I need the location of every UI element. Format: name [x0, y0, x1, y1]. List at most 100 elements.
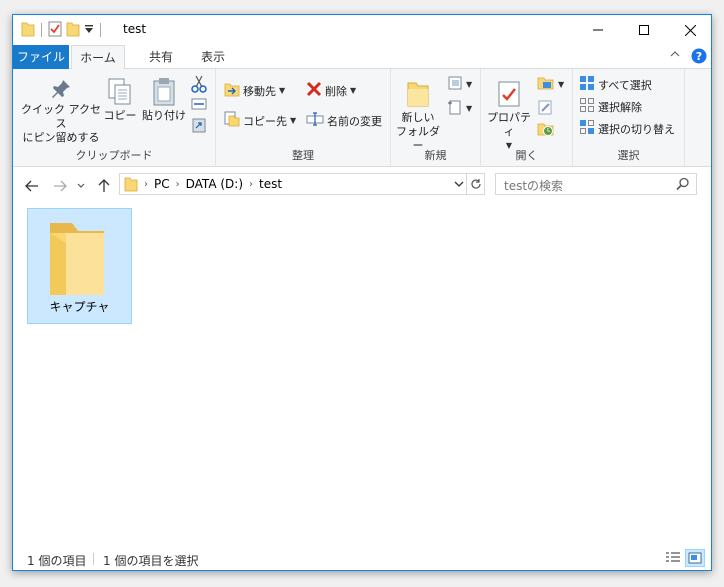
rename-button[interactable]: 名前の変更 [306, 111, 382, 130]
refresh-button[interactable] [467, 173, 485, 195]
folder-icon [21, 21, 35, 40]
recent-locations-button[interactable] [75, 177, 87, 195]
edit-button[interactable] [537, 99, 553, 118]
title-bar: test [13, 15, 711, 45]
new-folder-label-line1: 新しい [401, 111, 435, 124]
search-box[interactable]: testの検索 [495, 173, 697, 195]
cut-button[interactable] [191, 75, 207, 96]
dropdown-arrow-icon: ▼ [466, 104, 473, 113]
status-bar: 1 個の項目 1 個の項目を選択 [13, 545, 711, 570]
group-label-open: 開く [515, 149, 538, 162]
copy-label: コピー [103, 109, 137, 122]
new-folder-button[interactable]: 新しい フォルダー [393, 79, 443, 153]
easy-access-icon [447, 99, 463, 118]
new-item-button[interactable]: ▼ [447, 75, 472, 94]
search-input[interactable]: testの検索 [504, 177, 563, 194]
edit-icon [537, 99, 553, 118]
copy-path-icon [191, 97, 207, 114]
dropdown-arrow-icon: ▼ [279, 86, 286, 95]
divider [100, 23, 101, 37]
move-to-button[interactable]: 移動先 ▼ [224, 81, 285, 100]
tab-file[interactable]: ファイル [13, 45, 69, 69]
folder-icon [124, 176, 138, 195]
help-icon[interactable]: ? [691, 48, 707, 67]
properties-icon[interactable] [48, 21, 62, 40]
breadcrumb-drive[interactable]: DATA (D:) [186, 177, 243, 191]
explorer-window: test ファイル ホーム 共有 表示 ? クイック アクセス にピン留めする … [12, 14, 712, 571]
copy-to-label: コピー先 [243, 114, 287, 128]
up-button[interactable] [95, 177, 113, 195]
address-bar[interactable]: › PC › DATA (D:) › test [119, 173, 467, 195]
navigation-bar: › PC › DATA (D:) › test testの検索 [13, 167, 711, 205]
group-label-select: 選択 [617, 149, 640, 162]
delete-button[interactable]: 削除 ▼ [306, 81, 356, 100]
chevron-right-icon[interactable]: › [144, 179, 148, 190]
forward-button[interactable] [51, 177, 69, 195]
details-view-button[interactable] [663, 549, 683, 567]
search-icon[interactable] [676, 177, 690, 194]
select-all-icon [579, 75, 595, 94]
copy-to-icon [224, 111, 240, 130]
move-to-label: 移動先 [243, 84, 276, 98]
select-none-button[interactable]: 選択解除 [579, 97, 642, 116]
group-label-clipboard: クリップボード [75, 149, 153, 162]
window-title: test [123, 22, 147, 36]
rename-icon [306, 111, 324, 130]
ribbon: クイック アクセス にピン留めする コピー 貼り付け クリップボード 移動先 ▼… [13, 69, 711, 167]
folder-item-label: キャプチャ [49, 300, 110, 314]
new-folder-icon[interactable] [66, 21, 80, 40]
minimize-button[interactable] [575, 15, 621, 45]
maximize-button[interactable] [621, 15, 667, 45]
history-button[interactable] [537, 121, 555, 140]
large-icons-view-button[interactable] [685, 549, 705, 567]
copy-to-button[interactable]: コピー先 ▼ [224, 111, 296, 130]
pin-to-quick-access-button[interactable]: クイック アクセス にピン留めする [17, 77, 105, 145]
tab-view[interactable]: 表示 [189, 45, 237, 69]
scissors-icon [191, 75, 207, 96]
tab-home[interactable]: ホーム [71, 45, 125, 70]
copy-path-button[interactable] [191, 97, 207, 114]
easy-access-button[interactable]: ▼ [447, 99, 472, 118]
status-selected-count: 1 個の項目を選択 [103, 554, 199, 568]
copy-button[interactable]: コピー [103, 77, 137, 123]
chevron-right-icon[interactable]: › [249, 179, 253, 190]
paste-shortcut-icon [191, 117, 207, 136]
invert-selection-button[interactable]: 選択の切り替え [579, 119, 675, 138]
folder-item[interactable]: キャプチャ [27, 208, 132, 324]
select-all-button[interactable]: すべて選択 [579, 75, 652, 94]
folder-icon [46, 219, 108, 304]
pin-label-line2: にピン留めする [22, 131, 100, 144]
select-none-icon [579, 97, 595, 116]
breadcrumb-folder[interactable]: test [259, 177, 282, 191]
quick-access-toolbar [21, 21, 103, 39]
group-select: すべて選択 選択解除 選択の切り替え 選択 [573, 69, 685, 167]
group-new: 新しい フォルダー ▼ ▼ 新規 [391, 69, 481, 167]
invert-selection-label: 選択の切り替え [598, 122, 675, 136]
delete-label: 削除 [325, 84, 347, 98]
tab-share[interactable]: 共有 [137, 45, 185, 69]
invert-selection-icon [579, 119, 595, 138]
open-button[interactable]: ▼ [537, 75, 564, 94]
customize-qat-icon[interactable] [84, 23, 94, 37]
pin-icon [49, 77, 73, 101]
group-clipboard: クイック アクセス にピン留めする コピー 貼り付け クリップボード [13, 69, 216, 167]
dropdown-arrow-icon: ▼ [290, 116, 297, 125]
group-open: プロパティ ▼ ▼ 開く [481, 69, 573, 167]
ribbon-collapse-icon[interactable] [669, 48, 681, 63]
delete-x-icon [306, 81, 322, 100]
ribbon-tabs: ファイル ホーム 共有 表示 ? [13, 45, 711, 70]
select-none-label: 選択解除 [598, 100, 642, 114]
divider [41, 23, 42, 37]
file-list: キャプチャ [13, 205, 711, 545]
properties-button[interactable]: プロパティ ▼ [483, 79, 535, 153]
paste-button[interactable]: 貼り付け [141, 77, 187, 123]
address-dropdown-icon[interactable] [452, 177, 466, 194]
breadcrumb-pc[interactable]: PC [154, 177, 170, 191]
svg-text:?: ? [696, 50, 702, 63]
back-button[interactable] [23, 177, 41, 195]
history-icon [537, 121, 555, 140]
chevron-right-icon[interactable]: › [176, 179, 180, 190]
copy-icon [107, 77, 133, 107]
paste-shortcut-button[interactable] [191, 117, 207, 136]
close-button[interactable] [667, 15, 711, 45]
